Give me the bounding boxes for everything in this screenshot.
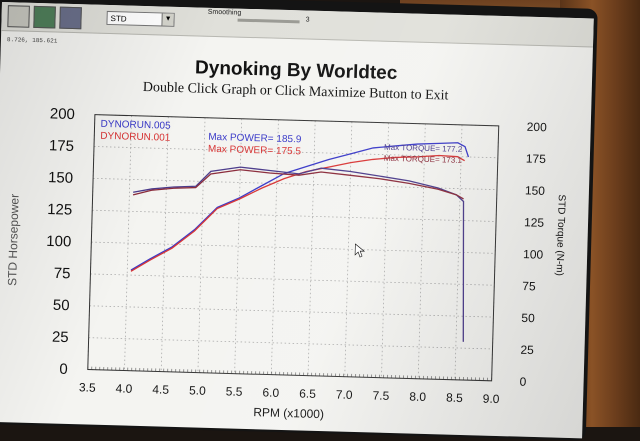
y-right-tick-label: 200 [527, 120, 548, 135]
x-tick-label: 4.5 [152, 382, 169, 396]
grid-line-y [91, 242, 495, 253]
y-left-tick-label: 200 [50, 105, 75, 123]
x-tick-label: 4.0 [115, 381, 132, 395]
dyno-chart[interactable]: 3.5 4.0 4.5 5.0 5.5 6.0 6.5 7.0 7.5 8.0 8.5 9.0 0 25… [0, 2, 594, 438]
y-right-tick-label: 25 [520, 343, 534, 357]
y-left-tick-label: 50 [53, 297, 70, 314]
grid-line-y [92, 210, 496, 221]
y-left-tick-label: 175 [49, 137, 74, 155]
grid-line-y [90, 306, 494, 317]
x-tick-label: 8.5 [446, 391, 463, 405]
y-right-tick-label: 75 [522, 279, 536, 293]
dyno-window: STD ▼ Smoothing 3 8.726, 185.621 Dynokin… [0, 2, 594, 438]
y-left-tick-label: 75 [54, 265, 71, 282]
series-line [129, 163, 468, 342]
x-tick-label: 5.0 [189, 383, 206, 397]
series-line [133, 167, 464, 204]
x-tick-label: 5.5 [226, 384, 243, 398]
x-tick-label: 7.0 [336, 387, 353, 401]
legend-run1-name: DYNORUN.005 [100, 119, 171, 132]
y-left-axis-label: STD Horsepower [5, 194, 22, 286]
y-right-tick-label: 0 [519, 375, 526, 389]
x-tick-label: 7.5 [372, 389, 389, 403]
x-tick-label: 8.0 [409, 390, 426, 404]
y-left-tick-label: 0 [59, 361, 68, 378]
legend-run2-max-torque: Max TORQUE= 173.1 [384, 154, 463, 165]
y-right-tick-label: 100 [523, 247, 544, 262]
y-right-tick-label: 150 [525, 183, 546, 198]
grid-line-y [90, 274, 494, 285]
y-right-tick-labels: 0 25 50 75 100 125 150 175 200 [519, 120, 547, 389]
x-tick-label: 3.5 [79, 380, 96, 394]
mouse-cursor-icon [355, 244, 364, 257]
y-right-tick-label: 125 [524, 215, 545, 230]
legend-run1-max-torque: Max TORQUE= 177.2 [384, 143, 463, 154]
y-left-tick-label: 25 [52, 329, 69, 346]
grid-line-y [89, 338, 493, 349]
x-tick-label: 6.0 [262, 385, 279, 399]
y-right-axis-label: STD Torque (N-m) [554, 194, 567, 276]
y-left-tick-label: 125 [47, 201, 72, 219]
y-left-tick-label: 150 [48, 169, 73, 187]
y-left-tick-labels: 0 25 50 75 100 125 150 175 200 [43, 105, 76, 378]
x-tick-label: 9.0 [483, 392, 500, 406]
legend-run2-name: DYNORUN.001 [100, 131, 171, 144]
series-line [131, 147, 465, 281]
chart-series [129, 134, 469, 342]
y-right-tick-label: 175 [526, 152, 547, 167]
x-tick-label: 6.5 [299, 386, 316, 400]
x-tick-labels: 3.5 4.0 4.5 5.0 5.5 6.0 6.5 7.0 7.5 8.0 8.5 9.0 [79, 380, 500, 406]
legend-run2-max-power: Max POWER= 175.5 [208, 144, 302, 158]
y-left-tick-label: 100 [46, 233, 71, 251]
x-axis-label: RPM (x1000) [253, 405, 324, 421]
y-right-tick-label: 50 [521, 311, 535, 325]
